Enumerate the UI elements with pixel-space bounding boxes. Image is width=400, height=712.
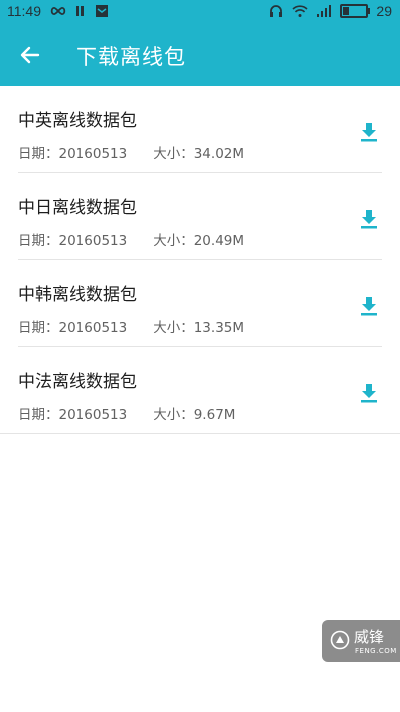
arrow-left-icon bbox=[20, 46, 40, 64]
list-item[interactable]: 中法离线数据包 日期：20160513 大小：9.67M bbox=[0, 347, 400, 434]
download-icon bbox=[361, 210, 377, 229]
mail-icon bbox=[94, 3, 110, 19]
infinity-icon bbox=[50, 3, 66, 19]
package-date: 日期：20160513 bbox=[18, 320, 128, 336]
download-button[interactable] bbox=[358, 294, 380, 318]
status-time: 11:49 bbox=[7, 3, 41, 19]
download-icon bbox=[361, 123, 377, 142]
pause-icon bbox=[72, 3, 88, 19]
divider bbox=[0, 433, 400, 434]
package-name: 中韩离线数据包 bbox=[18, 285, 137, 305]
list-item[interactable]: 中日离线数据包 日期：20160513 大小：20.49M bbox=[0, 173, 400, 260]
package-size: 大小：34.02M bbox=[153, 146, 245, 162]
list-item[interactable]: 中韩离线数据包 日期：20160513 大小：13.35M bbox=[0, 260, 400, 347]
download-button[interactable] bbox=[358, 120, 380, 144]
download-button[interactable] bbox=[358, 381, 380, 405]
signal-icon bbox=[316, 3, 332, 19]
package-name: 中日离线数据包 bbox=[18, 198, 137, 218]
package-size: 大小：20.49M bbox=[153, 233, 245, 249]
package-size: 大小：9.67M bbox=[153, 407, 236, 423]
package-date: 日期：20160513 bbox=[18, 233, 128, 249]
list-item[interactable]: 中英离线数据包 日期：20160513 大小：34.02M bbox=[0, 86, 400, 173]
app-bar: 下载离线包 bbox=[0, 24, 400, 86]
page-title: 下载离线包 bbox=[76, 45, 186, 69]
battery-icon bbox=[340, 4, 371, 18]
download-button[interactable] bbox=[358, 207, 380, 231]
package-list: 中英离线数据包 日期：20160513 大小：34.02M 中日离线数据包 日期：… bbox=[0, 86, 400, 434]
package-date: 日期：20160513 bbox=[18, 407, 128, 423]
headphones-icon bbox=[268, 3, 284, 19]
back-button[interactable] bbox=[12, 37, 48, 73]
wifi-icon bbox=[292, 3, 308, 19]
package-name: 中英离线数据包 bbox=[18, 111, 137, 131]
package-name: 中法离线数据包 bbox=[18, 372, 137, 392]
download-icon bbox=[361, 297, 377, 316]
watermark-logo: 威锋 FENG.COM bbox=[322, 620, 400, 662]
package-size: 大小：13.35M bbox=[153, 320, 245, 336]
status-bar: 11:49 29 bbox=[0, 0, 400, 24]
watermark-sub: FENG.COM bbox=[355, 647, 397, 655]
watermark-brand: 威锋 bbox=[354, 628, 385, 646]
download-icon bbox=[361, 384, 377, 403]
package-date: 日期：20160513 bbox=[18, 146, 128, 162]
feng-logo-icon bbox=[330, 630, 350, 650]
battery-level: 29 bbox=[376, 3, 392, 19]
